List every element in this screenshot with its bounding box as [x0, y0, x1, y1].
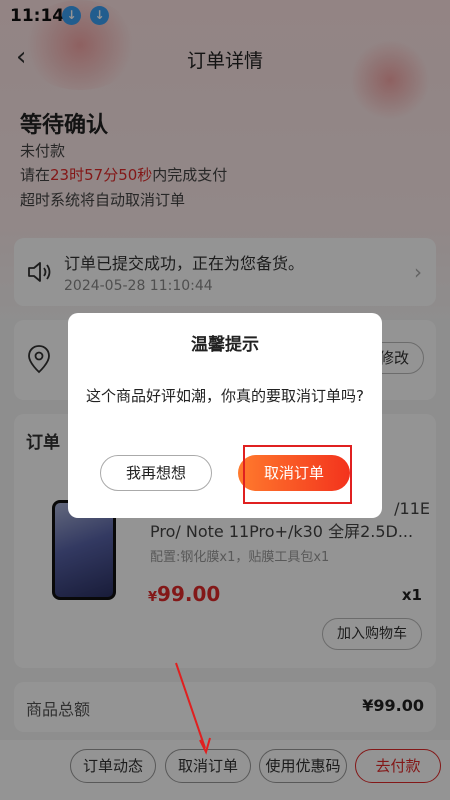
dialog-title: 温馨提示 — [191, 335, 259, 355]
dialog-message: 这个商品好评如潮，你真的要取消订单吗? — [86, 387, 364, 405]
keep-order-button[interactable]: 我再想想 — [100, 455, 212, 491]
highlight-box — [243, 445, 352, 504]
